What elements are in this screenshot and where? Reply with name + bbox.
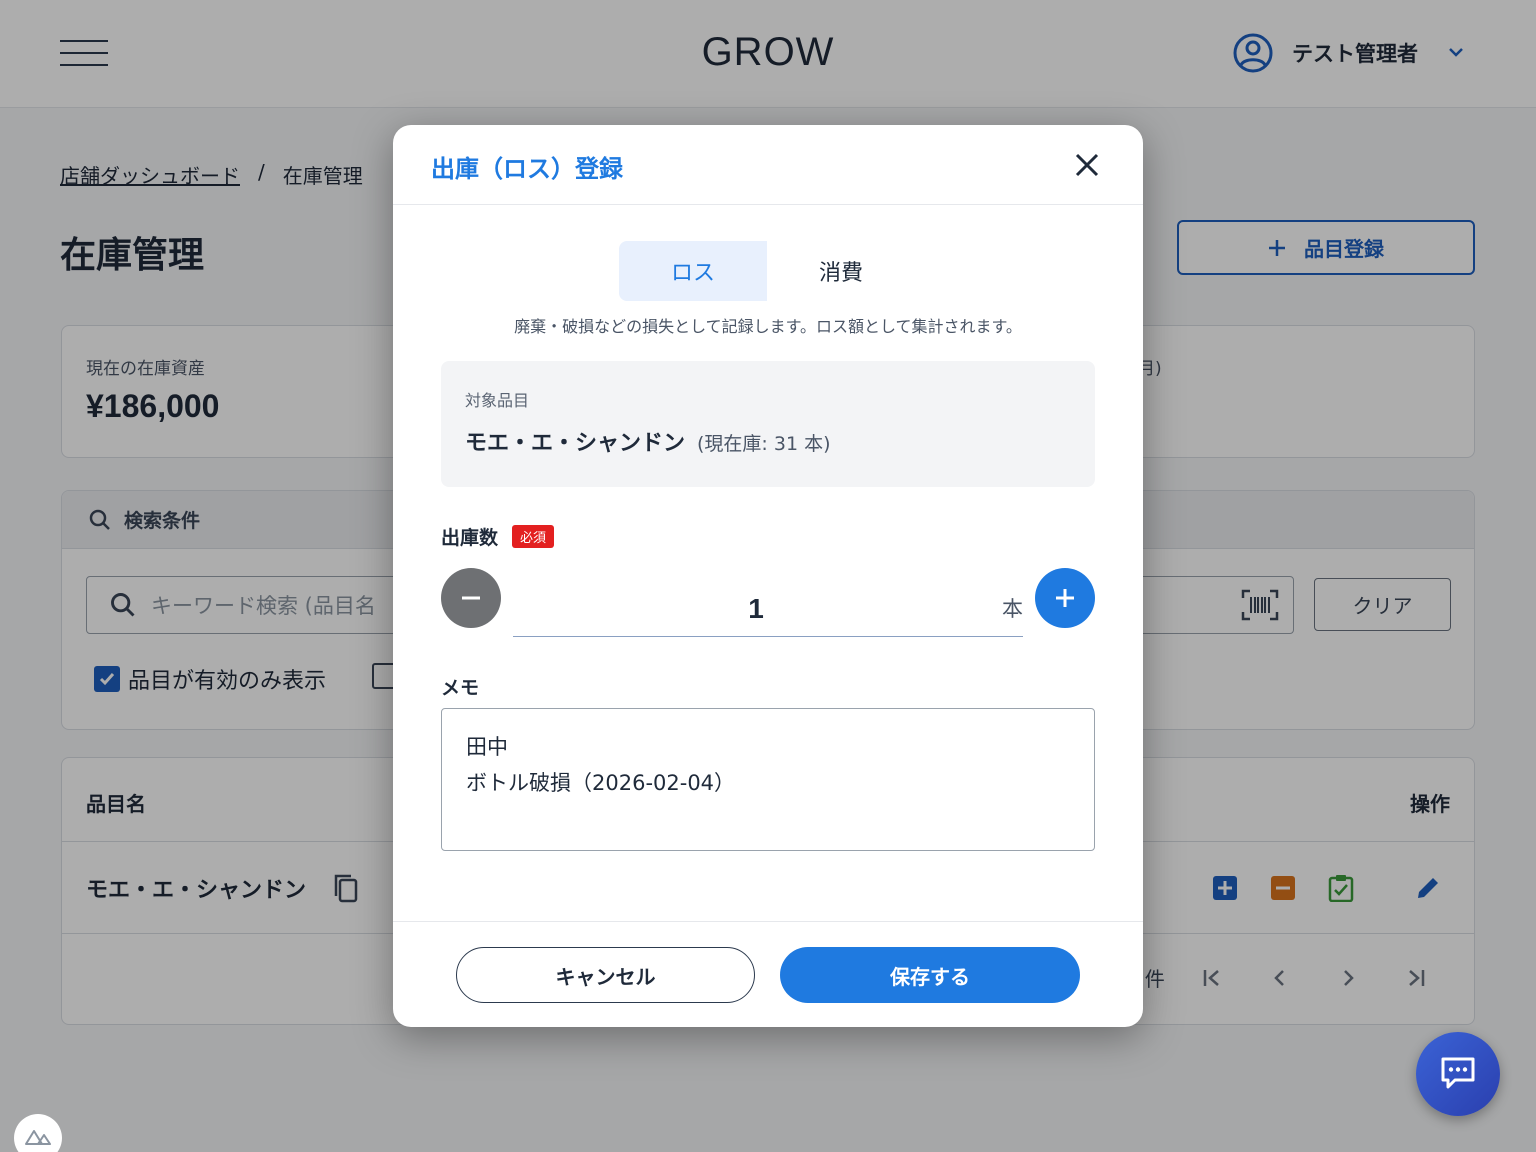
memo-line-1: 田中 <box>466 735 508 759</box>
quantity-label-row: 出庫数 必須 <box>441 523 555 550</box>
type-toggle: ロス 消費 <box>619 241 915 301</box>
target-item: モエ・エ・シャンドン (現在庫: 31 本) <box>465 425 831 457</box>
dialog-title: 出庫（ロス）登録 <box>431 155 623 183</box>
quantity-unit: 本 <box>1002 597 1023 621</box>
target-item-box: 対象品目 モエ・エ・シャンドン (現在庫: 31 本) <box>441 361 1095 487</box>
quantity-input[interactable]: 1 本 <box>513 585 1023 637</box>
memo-label: メモ <box>441 677 480 699</box>
loss-registration-dialog: 出庫（ロス）登録 ロス 消費 廃棄・破損などの損失として記録します。ロス額として… <box>393 125 1143 1027</box>
dialog-header: 出庫（ロス）登録 <box>393 125 1143 205</box>
quantity-label: 出庫数 <box>441 527 499 549</box>
target-item-label: 対象品目 <box>465 391 530 410</box>
minus-icon <box>462 596 480 600</box>
tab-consumption[interactable]: 消費 <box>767 241 915 301</box>
chat-button[interactable] <box>1416 1032 1500 1116</box>
save-button[interactable]: 保存する <box>780 947 1080 1003</box>
target-item-name: モエ・エ・シャンドン <box>465 431 686 456</box>
required-badge: 必須 <box>512 525 555 548</box>
plus-icon <box>1056 589 1074 607</box>
dialog-footer: キャンセル 保存する <box>393 921 1143 1027</box>
memo-textarea[interactable]: 田中 ボトル破損（2026-02-04） <box>441 708 1095 851</box>
chat-icon <box>1441 1057 1475 1089</box>
target-item-stock: (現在庫: 31 本) <box>697 433 831 455</box>
increment-button[interactable] <box>1035 568 1095 628</box>
quantity-value: 1 <box>748 593 764 624</box>
cancel-button[interactable]: キャンセル <box>456 947 755 1003</box>
close-icon[interactable] <box>1073 151 1101 179</box>
memo-line-2: ボトル破損（2026-02-04） <box>466 771 736 795</box>
type-hint: 廃棄・破損などの損失として記録します。ロス額として集計されます。 <box>514 317 1022 336</box>
decrement-button[interactable] <box>441 568 501 628</box>
tab-loss[interactable]: ロス <box>619 241 767 301</box>
